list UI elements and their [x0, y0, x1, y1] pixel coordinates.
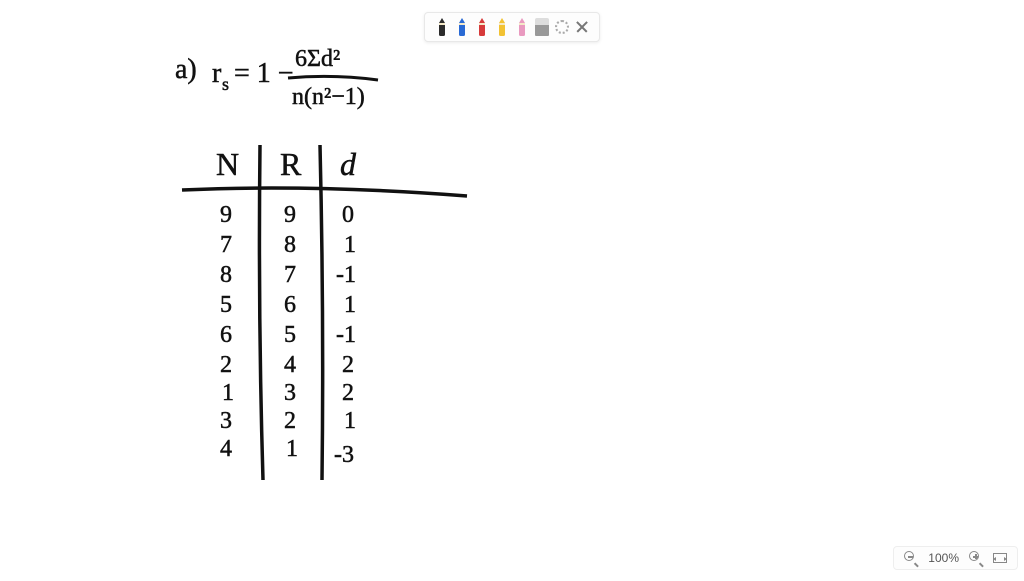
table-vline-2: [320, 145, 323, 480]
zoom-level: 100%: [928, 551, 959, 565]
formula-denominator: n(n²−1): [292, 84, 365, 110]
cell-N-1: 7: [220, 232, 232, 258]
cell-d-1: 1: [344, 232, 356, 258]
cell-d-3: 1: [344, 292, 356, 318]
cell-R-7: 2: [284, 408, 296, 434]
table-vline-1: [259, 145, 263, 480]
cell-N-6: 1: [222, 380, 234, 406]
cell-R-0: 9: [284, 202, 296, 228]
cell-N-2: 8: [220, 262, 232, 288]
formula-r: r: [212, 58, 222, 89]
cell-d-2: -1: [336, 262, 356, 288]
cell-N-4: 6: [220, 322, 232, 348]
cell-N-5: 2: [220, 352, 232, 378]
cell-N-3: 5: [220, 292, 232, 318]
zoom-in-button[interactable]: [969, 551, 983, 565]
cell-d-5: 2: [342, 352, 354, 378]
table-horizontal-rule: [182, 188, 467, 196]
fraction-bar: [288, 76, 378, 80]
cell-d-0: 0: [342, 202, 354, 228]
col-head-N: N: [216, 146, 239, 182]
zoom-controls: 100%: [893, 546, 1018, 570]
cell-N-7: 3: [220, 408, 232, 434]
cell-d-4: -1: [336, 322, 356, 348]
cell-R-1: 8: [284, 232, 296, 258]
cell-R-6: 3: [284, 380, 296, 406]
cell-R-8: 1: [286, 436, 298, 462]
table-body: 9 9 0 7 8 1 8 7 -1 5 6 1 6 5 -1 2 4 2 1 …: [220, 202, 356, 468]
col-head-d: d: [340, 146, 357, 182]
zoom-out-button[interactable]: [904, 551, 918, 565]
cell-R-2: 7: [284, 262, 296, 288]
formula-eq: = 1 −: [234, 58, 294, 89]
cell-R-5: 4: [284, 352, 296, 378]
cell-d-8: -3: [334, 442, 354, 468]
cell-N-8: 4: [220, 436, 232, 462]
formula-s-sub: s: [222, 74, 229, 94]
formula-numerator: 6Σd²: [295, 46, 340, 72]
whiteboard-canvas[interactable]: a) r s = 1 − 6Σd² n(n²−1) N R d 9 9 0 7 …: [0, 0, 1024, 576]
col-head-R: R: [280, 146, 302, 182]
cell-d-7: 1: [344, 408, 356, 434]
cell-N-0: 9: [220, 202, 232, 228]
part-label: a): [175, 54, 197, 85]
cell-R-3: 6: [284, 292, 296, 318]
cell-R-4: 5: [284, 322, 296, 348]
handwriting-svg: a) r s = 1 − 6Σd² n(n²−1) N R d 9 9 0 7 …: [0, 0, 1024, 576]
cell-d-6: 2: [342, 380, 354, 406]
fit-screen-button[interactable]: [993, 553, 1007, 563]
